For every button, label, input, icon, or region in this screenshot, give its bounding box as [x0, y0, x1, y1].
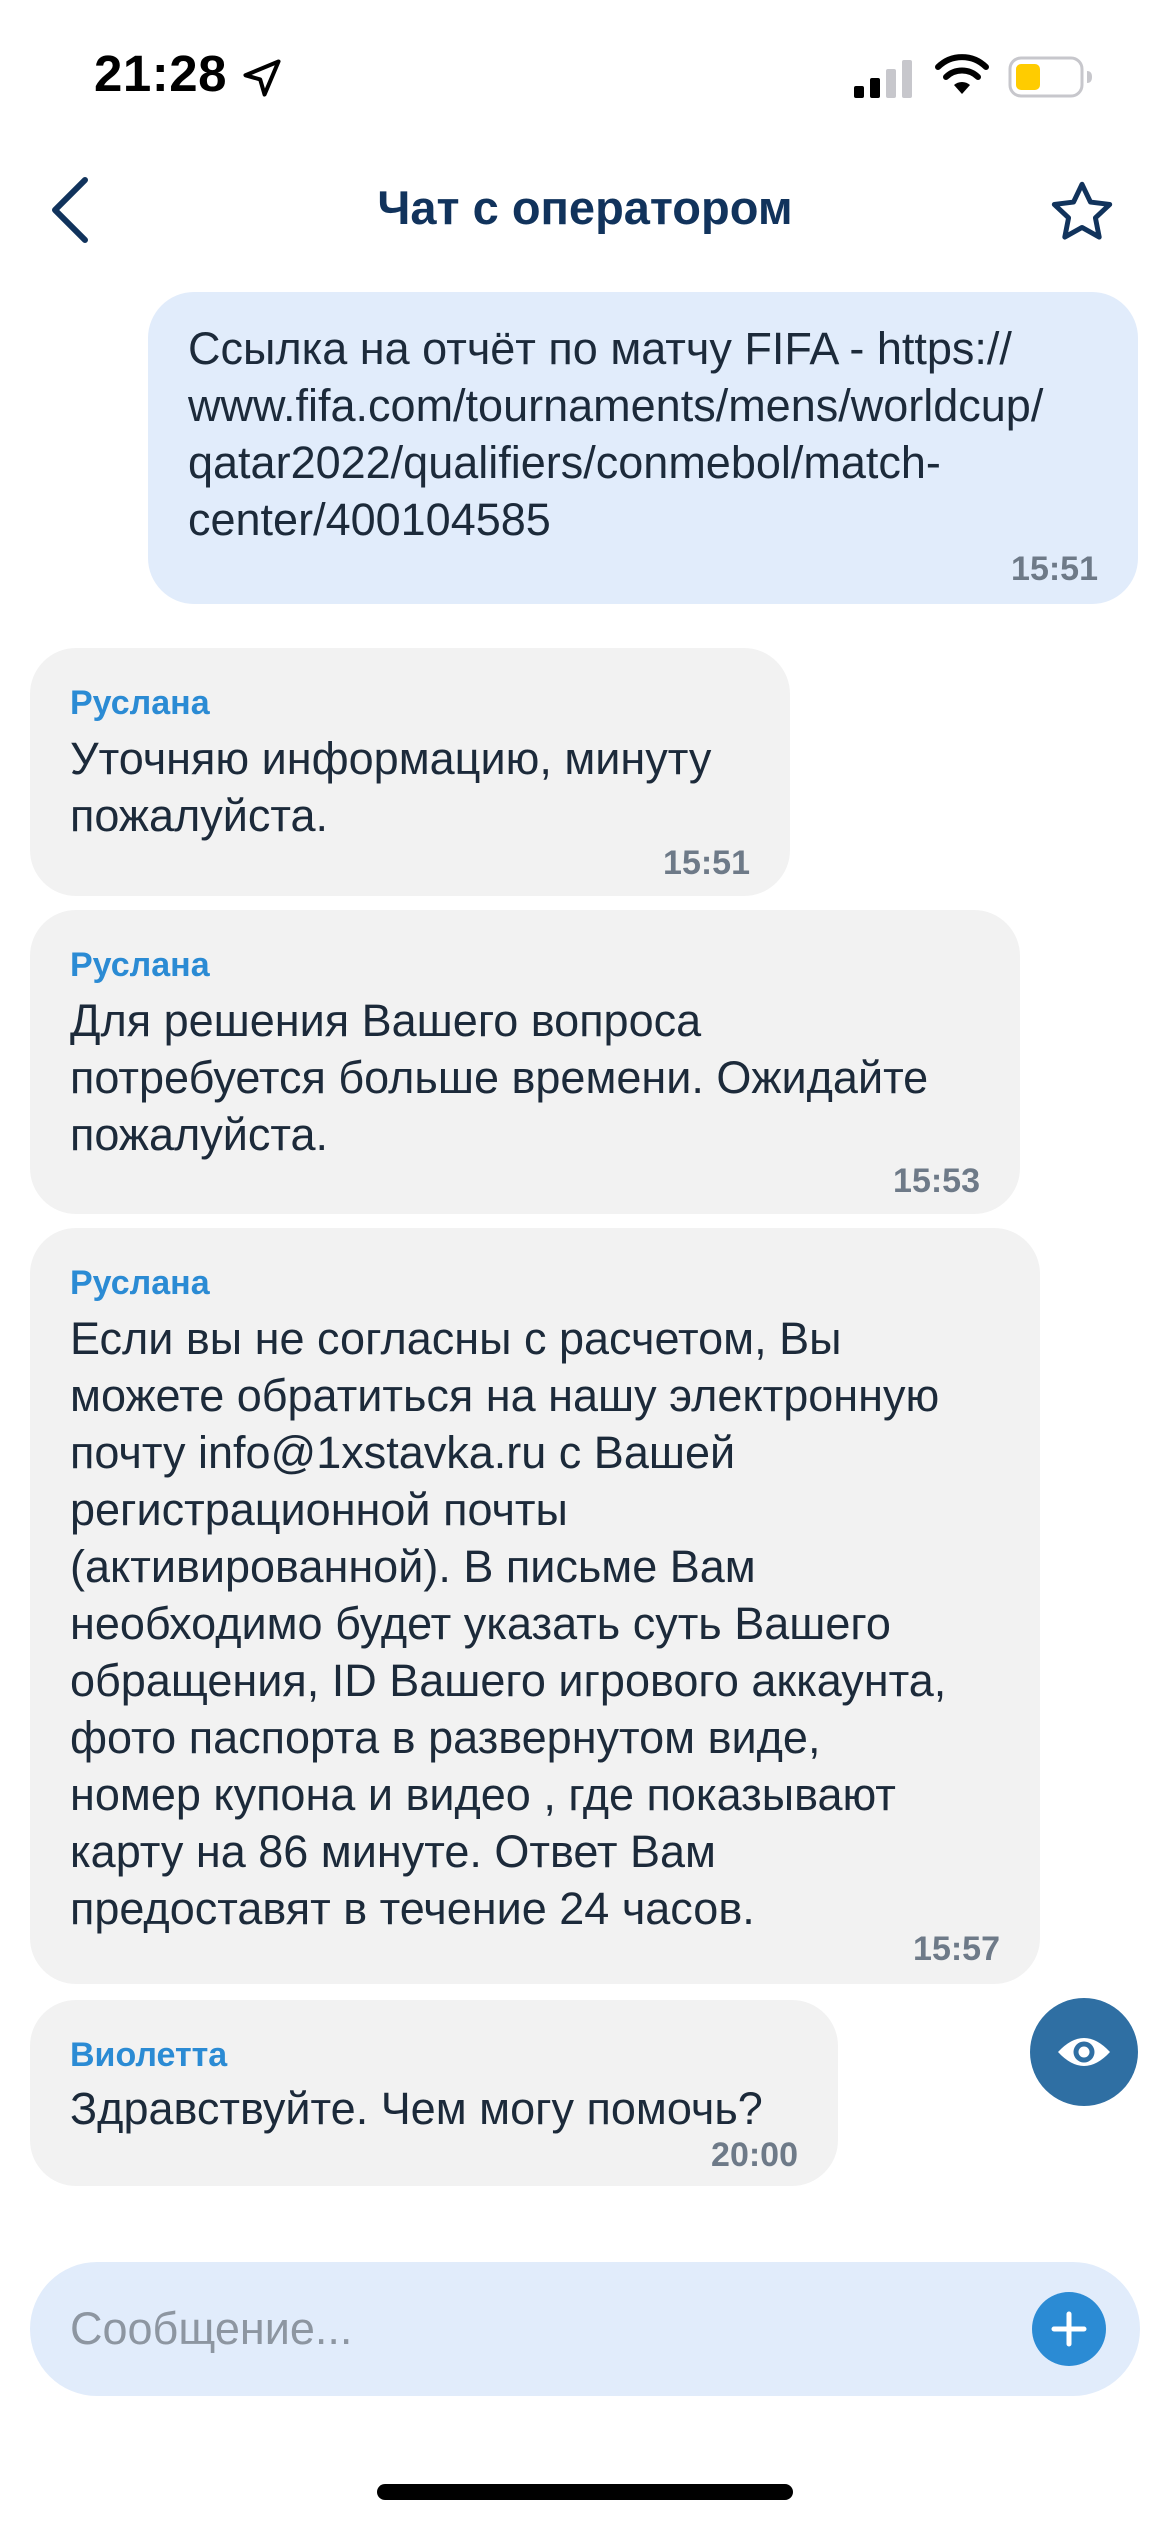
status-bar: 21:28 [0, 0, 1170, 150]
incoming-message[interactable]: Руслана Для решения Вашего вопроса потре… [30, 910, 1020, 1214]
page-title: Чат с оператором [377, 181, 793, 234]
home-indicator[interactable] [377, 2484, 793, 2500]
status-time: 21:28 [94, 45, 227, 102]
message-author: Руслана [70, 1264, 210, 1302]
message-author: Руслана [70, 684, 210, 722]
add-attachment-button[interactable] [1032, 2292, 1106, 2366]
eye-icon [1058, 2038, 1110, 2066]
message-author: Руслана [70, 946, 210, 984]
incoming-message[interactable]: Руслана Уточняю информацию, минуту пожал… [30, 648, 790, 896]
wifi-icon [935, 54, 989, 94]
message-time: 15:51 [663, 844, 750, 882]
message-time: 15:51 [1011, 550, 1098, 588]
message-text: Для решения Вашего вопроса потребуется б… [70, 995, 929, 1160]
message-composer [30, 2262, 1140, 2396]
battery-icon [1008, 56, 1092, 98]
view-button[interactable] [1030, 1998, 1138, 2106]
message-time: 15:53 [893, 1162, 980, 1200]
incoming-message[interactable]: Руслана Если вы не согласны с расчетом, … [30, 1228, 1040, 1984]
favorite-button[interactable] [1040, 170, 1124, 254]
plus-icon [1051, 2311, 1087, 2347]
message-time: 15:57 [913, 1930, 1000, 1968]
message-input[interactable] [70, 2292, 1010, 2366]
outgoing-message[interactable]: Ссылка на отчёт по матчу FIFA - https://… [148, 292, 1138, 604]
chat-header: Чат с оператором [0, 150, 1170, 270]
message-text: Уточняю информацию, минуту пожалуйста. [70, 733, 712, 841]
message-text: Ссылка на отчёт по матчу FIFA - https://… [188, 323, 1044, 545]
cellular-signal-icon [854, 60, 912, 98]
message-author: Виолетта [70, 2036, 228, 2074]
star-outline-icon [1051, 181, 1113, 240]
message-text: Здравствуйте. Чем могу помочь? [70, 2083, 763, 2134]
chat-screen: 21:28 Чат с оператором Ссылка на отчёт п… [0, 0, 1170, 2532]
incoming-message[interactable]: Виолетта Здравствуйте. Чем могу помочь? … [30, 2000, 838, 2186]
location-arrow-icon [243, 59, 281, 97]
message-text: Если вы не согласны с расчетом, Вы может… [70, 1313, 947, 1934]
message-time: 20:00 [711, 2136, 798, 2174]
